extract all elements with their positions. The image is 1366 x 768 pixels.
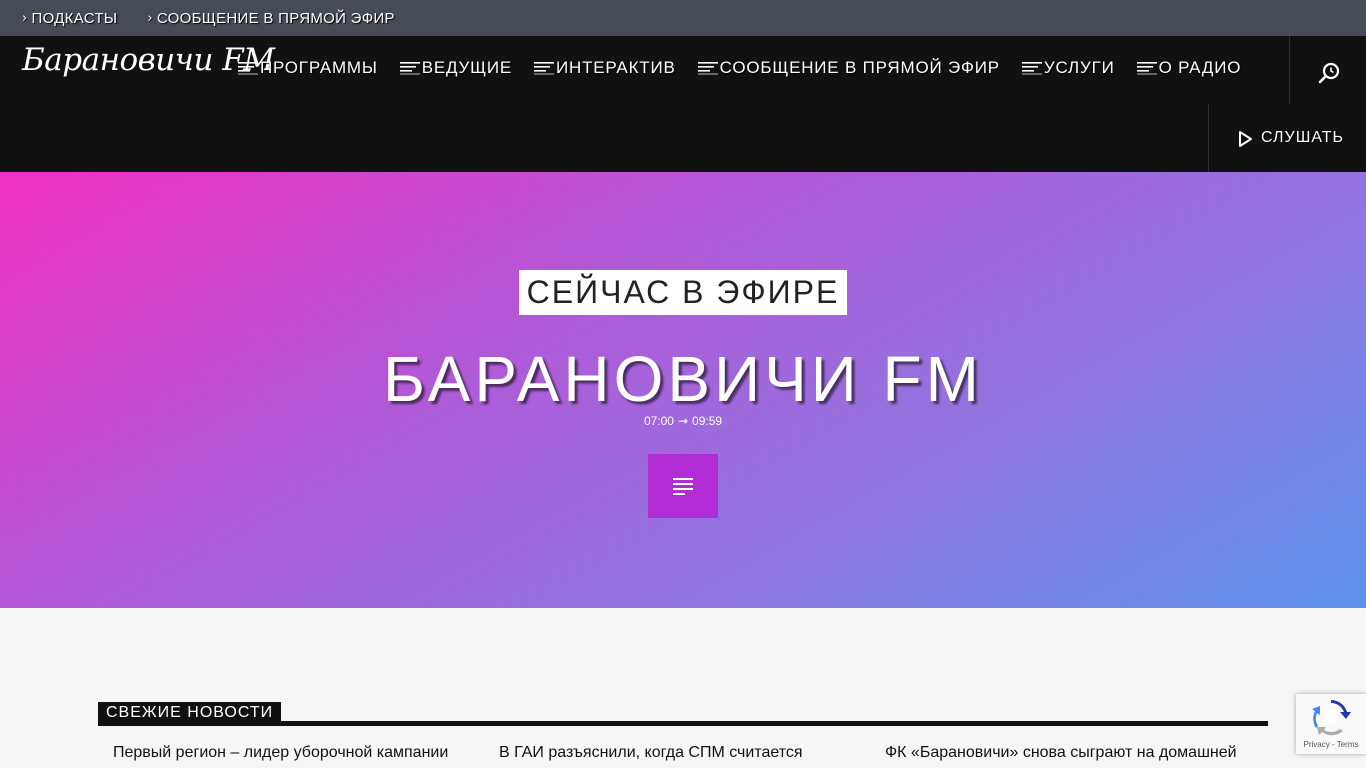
show-time-start: 07:00 [643, 414, 674, 428]
nav-item-label: ПРОГРАММЫ [260, 58, 378, 77]
listen-button[interactable]: СЛУШАТЬ [1209, 104, 1366, 172]
menu-lines-icon [534, 62, 555, 75]
top-link-label: СООБЩЕНИЕ В ПРЯМОЙ ЭФИР [156, 9, 395, 27]
now-on-air-hero: СЕЙЧАС В ЭФИРЕ БАРАНОВИЧИ FM 07:00 → 09:… [0, 172, 1366, 608]
nav-item-interactive[interactable]: ИНТЕРАКТИВ [534, 58, 676, 78]
news-item-link[interactable]: Первый регион – лидер уборочной кампании [98, 744, 484, 762]
play-icon [1239, 131, 1252, 147]
site-logo[interactable]: Барановичи FM [22, 42, 275, 78]
nav-item-about-radio[interactable]: О РАДИО [1136, 58, 1242, 78]
nav-item-hosts[interactable]: ВЕДУЩИЕ [399, 58, 513, 78]
news-item-link[interactable]: ФК «Барановичи» снова сыграют на домашне… [870, 744, 1256, 762]
arrow-right-icon: → [677, 414, 689, 428]
recaptcha-logo-icon [1312, 700, 1351, 736]
top-link-podcasts[interactable]: › ПОДКАСТЫ [22, 10, 117, 27]
news-heading: СВЕЖИЕ НОВОСТИ [98, 702, 282, 724]
menu-lines-icon [1021, 62, 1042, 75]
chevron-right-icon: › [147, 10, 153, 26]
nav-item-label: ИНТЕРАКТИВ [556, 58, 676, 77]
main-nav: ПРОГРАММЫ ВЕДУЩИЕ ИНТЕРАКТИВ СООБЩЕНИЕ В… [238, 58, 1263, 78]
nav-item-label: ВЕДУЩИЕ [421, 58, 513, 77]
text-lines-icon [673, 478, 693, 495]
news-heading-wrap: СВЕЖИЕ НОВОСТИ [98, 702, 1268, 726]
nav-item-label: О РАДИО [1158, 58, 1242, 77]
menu-lines-icon [238, 62, 258, 75]
menu-lines-icon [1136, 62, 1157, 75]
news-item-link[interactable]: В ГАИ разъяснили, когда СПМ считается [484, 744, 870, 762]
top-link-live-message[interactable]: › СООБЩЕНИЕ В ПРЯМОЙ ЭФИР [147, 10, 394, 27]
menu-lines-icon [399, 62, 420, 75]
recaptcha-badge[interactable]: Privacy - Terms [1296, 694, 1366, 754]
header-divider [1289, 36, 1290, 104]
menu-lines-icon [697, 62, 718, 75]
fresh-news-section: СВЕЖИЕ НОВОСТИ Первый регион – лидер убо… [98, 702, 1268, 762]
nav-item-services[interactable]: УСЛУГИ [1021, 58, 1115, 78]
top-utility-bar: › ПОДКАСТЫ › СООБЩЕНИЕ В ПРЯМОЙ ЭФИР [0, 0, 1366, 36]
main-header: Барановичи FM ПРОГРАММЫ ВЕДУЩИЕ ИНТЕРАКТ… [0, 36, 1366, 172]
on-air-label: СЕЙЧАС В ЭФИРЕ [519, 270, 847, 315]
show-title: БАРАНОВИЧИ FM [383, 343, 983, 415]
nav-item-programs[interactable]: ПРОГРАММЫ [238, 58, 378, 78]
nav-item-label: СООБЩЕНИЕ В ПРЯМОЙ ЭФИР [719, 58, 1000, 77]
recaptcha-links[interactable]: Privacy - Terms [1296, 740, 1366, 749]
listen-label: СЛУШАТЬ [1261, 129, 1345, 146]
show-details-button[interactable] [648, 454, 718, 518]
nav-item-live-message[interactable]: СООБЩЕНИЕ В ПРЯМОЙ ЭФИР [697, 58, 1000, 78]
show-time-end: 09:59 [692, 414, 723, 428]
news-list: Первый регион – лидер уборочной кампании… [98, 744, 1268, 762]
nav-item-label: УСЛУГИ [1043, 58, 1115, 77]
show-time: 07:00 → 09:59 [0, 414, 1366, 428]
search-icon [1318, 62, 1340, 84]
chevron-right-icon: › [22, 10, 28, 26]
search-button[interactable] [1312, 56, 1346, 90]
top-link-label: ПОДКАСТЫ [31, 9, 118, 27]
